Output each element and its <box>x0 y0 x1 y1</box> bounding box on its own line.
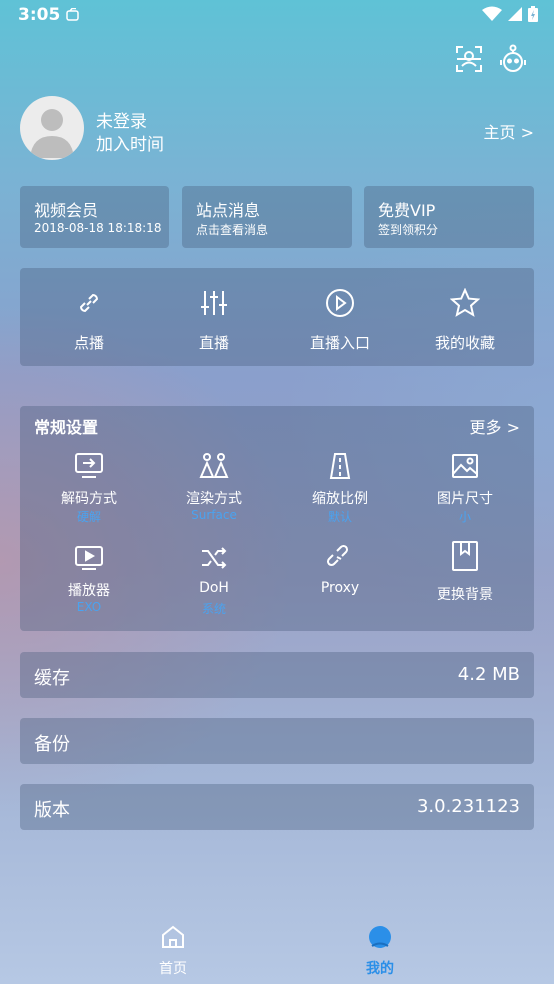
notification-icon <box>66 8 79 21</box>
broken-link-icon <box>326 544 349 567</box>
setting-label: 渲染方式 <box>186 491 242 507</box>
join-time: 加入时间 <box>96 135 164 155</box>
setting-label: 图片尺寸 <box>437 491 493 507</box>
card-title: 免费VIP <box>378 201 436 220</box>
setting-player[interactable]: 播放器 EXO <box>25 544 153 634</box>
scan-icon[interactable] <box>452 42 486 76</box>
version-value: 3.0.231123 <box>416 796 520 817</box>
setting-proxy[interactable]: Proxy <box>276 544 404 634</box>
setting-value: 小 <box>458 510 471 524</box>
setting-value: EXO <box>76 600 102 614</box>
battery-icon <box>528 6 538 22</box>
home-icon <box>162 925 184 948</box>
backup-row[interactable]: 备份 <box>20 718 534 764</box>
link-icon <box>79 293 99 313</box>
image-icon <box>452 454 478 478</box>
decoder-icon <box>75 453 103 478</box>
quick-action-label: 直播入口 <box>309 334 370 352</box>
status-icons <box>482 6 538 22</box>
username[interactable]: 未登录 <box>96 107 147 132</box>
cache-row[interactable]: 缓存 4.2 MB <box>20 652 534 698</box>
card-subtitle: 签到领积分 <box>378 223 439 237</box>
backup-label: 备份 <box>34 734 70 755</box>
nav-home-label: 首页 <box>159 961 187 977</box>
sliders-icon <box>201 291 227 315</box>
setting-value: 系统 <box>201 602 226 616</box>
signal-icon <box>508 7 522 21</box>
setting-doh[interactable]: DoH 系统 <box>150 544 278 634</box>
setting-label: 播放器 <box>68 583 110 599</box>
setting-label: 解码方式 <box>61 491 117 507</box>
setting-label: 更换背景 <box>437 587 493 603</box>
setting-scale[interactable]: 缩放比例 默认 <box>276 452 404 542</box>
quick-action-live[interactable]: 直播 <box>150 268 278 366</box>
bookmark-icon <box>452 541 478 571</box>
scale-icon <box>329 453 351 479</box>
card-subtitle: 2018-08-18 18:18:18 <box>34 221 162 235</box>
setting-value: 默认 <box>327 510 352 524</box>
setting-label: DoH <box>199 580 229 596</box>
quick-actions-panel: 点播 直播 直播入口 我的收藏 <box>20 268 534 366</box>
video-member-card[interactable]: 视频会员 2018-08-18 18:18:18 <box>20 186 169 248</box>
quick-action-label: 直播 <box>198 334 229 352</box>
status-time: 3:05 <box>18 5 61 25</box>
player-icon <box>75 546 103 570</box>
setting-image-size[interactable]: 图片尺寸 小 <box>401 452 529 542</box>
setting-render[interactable]: 渲染方式 Surface <box>150 452 278 542</box>
robot-icon[interactable] <box>496 42 530 76</box>
card-subtitle: 点击查看消息 <box>196 223 269 237</box>
settings-title: 常规设置 <box>34 418 99 437</box>
cache-label: 缓存 <box>34 668 70 689</box>
settings-more-link[interactable]: 更多 > <box>470 414 521 438</box>
shuffle-icon <box>202 547 227 569</box>
site-messages-card[interactable]: 站点消息 点击查看消息 <box>182 186 352 248</box>
homepage-link[interactable]: 主页 > <box>484 119 535 143</box>
setting-value: 硬解 <box>76 510 101 524</box>
setting-decoder[interactable]: 解码方式 硬解 <box>25 452 153 542</box>
card-title: 视频会员 <box>34 201 99 220</box>
wifi-icon <box>482 6 502 21</box>
free-vip-card[interactable]: 免费VIP 签到领积分 <box>364 186 534 248</box>
version-row[interactable]: 版本 3.0.231123 <box>20 784 534 830</box>
avatar[interactable] <box>20 96 84 160</box>
nav-mine-label: 我的 <box>366 961 394 977</box>
setting-label: 缩放比例 <box>312 491 368 507</box>
quick-action-live-entry[interactable]: 直播入口 <box>276 268 404 366</box>
quick-action-label: 点播 <box>73 334 104 352</box>
cache-value: 4.2 MB <box>457 664 520 685</box>
quick-action-label: 我的收藏 <box>434 334 495 352</box>
setting-change-background[interactable]: 更换背景 <box>401 540 529 630</box>
render-icon <box>199 453 229 478</box>
version-label: 版本 <box>34 800 70 821</box>
quick-action-favorites[interactable]: 我的收藏 <box>401 268 529 366</box>
quick-action-vod[interactable]: 点播 <box>25 268 153 366</box>
general-settings-panel: 常规设置 更多 > 解码方式 硬解 渲染方式 Surface 缩放比例 默认 图… <box>20 406 534 631</box>
card-title: 站点消息 <box>196 201 261 220</box>
play-circle-icon <box>326 289 354 317</box>
setting-label: Proxy <box>320 580 360 596</box>
star-icon <box>450 288 480 317</box>
user-icon <box>369 926 391 948</box>
setting-value: Surface <box>191 508 237 522</box>
